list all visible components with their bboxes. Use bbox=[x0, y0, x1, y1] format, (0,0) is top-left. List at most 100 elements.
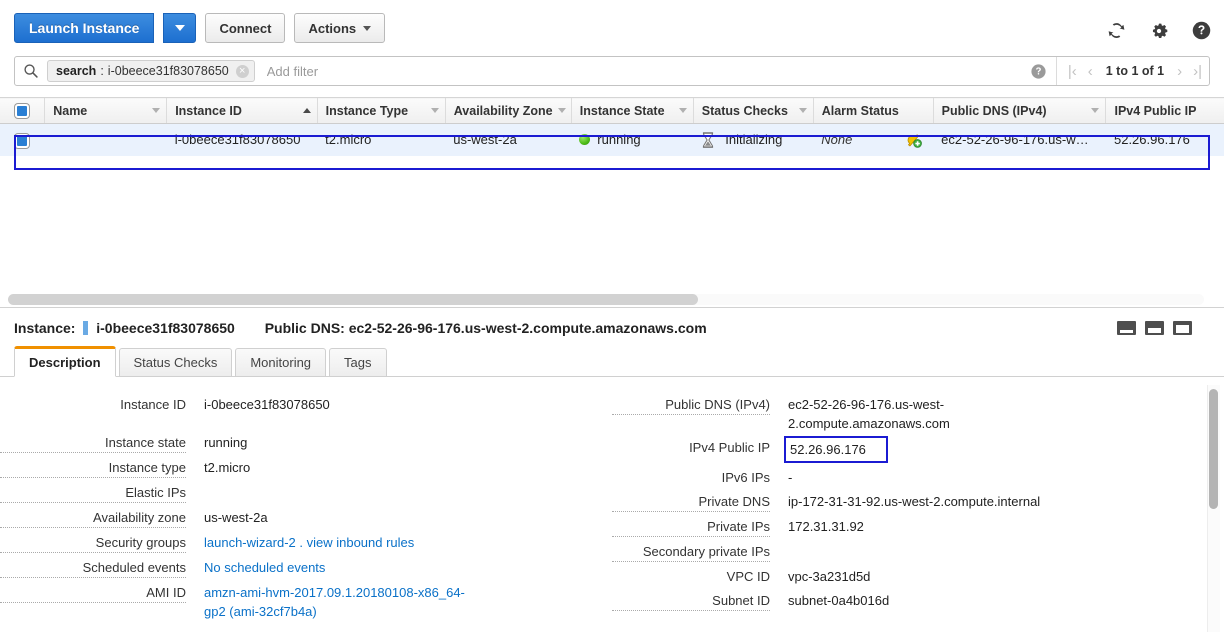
pagination-count: 1 to 1 of 1 bbox=[1105, 64, 1165, 78]
launch-instance-split-button: Launch Instance bbox=[14, 13, 197, 43]
close-icon[interactable]: × bbox=[235, 64, 249, 78]
chevron-down-icon bbox=[363, 25, 372, 31]
field-value bbox=[770, 542, 788, 562]
field-label: AMI ID bbox=[0, 583, 186, 603]
description-tab-content: Instance ID i-0beece31f83078650 Instance… bbox=[0, 377, 1224, 632]
launch-instance-button[interactable]: Launch Instance bbox=[14, 13, 155, 43]
actions-button[interactable]: Actions bbox=[294, 13, 386, 43]
maximize-panel-button[interactable] bbox=[1173, 321, 1192, 335]
help-icon[interactable] bbox=[1191, 20, 1212, 41]
field-secondary-private-ips: Secondary private IPs bbox=[612, 542, 1224, 562]
chevron-down-icon bbox=[557, 108, 566, 113]
top-toolbar: Launch Instance Connect Actions bbox=[0, 0, 1224, 56]
pagination: |‹ ‹ 1 to 1 of 1 › ›| bbox=[1055, 57, 1209, 85]
field-subnet-id: Subnet ID subnet-0a4b016d bbox=[612, 591, 1224, 611]
field-value: t2.micro bbox=[204, 460, 251, 475]
field-value: running bbox=[204, 435, 248, 450]
field-value: 172.31.31.92 bbox=[788, 519, 864, 534]
column-header-ipv4-public-ip[interactable]: IPv4 Public IP bbox=[1105, 97, 1224, 124]
first-page-button[interactable]: |‹ bbox=[1067, 63, 1078, 80]
field-label: Private IPs bbox=[612, 517, 770, 537]
tab-description[interactable]: Description bbox=[14, 346, 116, 377]
column-header-alarm-status[interactable]: Alarm Status bbox=[812, 97, 934, 124]
field-instance-id: Instance ID i-0beece31f83078650 bbox=[0, 395, 612, 414]
field-instance-type: Instance type t2.micro bbox=[0, 458, 612, 478]
field-public-dns: Public DNS (IPv4) ec2-52-26-96-176.us-we… bbox=[612, 395, 1224, 433]
table-row[interactable]: i-0beece31f83078650 t2.micro us-west-2a … bbox=[0, 123, 1224, 156]
scheduled-events-link[interactable]: No scheduled events bbox=[186, 558, 325, 578]
active-filter-pill[interactable]: search : i-0beece31f83078650 × bbox=[47, 60, 255, 82]
cell-status-checks: Initializing bbox=[693, 123, 814, 156]
horizontal-scrollbar[interactable] bbox=[0, 292, 1224, 306]
tab-monitoring[interactable]: Monitoring bbox=[235, 348, 327, 377]
field-scheduled-events: Scheduled events No scheduled events bbox=[0, 558, 612, 578]
gear-icon[interactable] bbox=[1149, 21, 1169, 41]
instance-state-text: running bbox=[597, 132, 641, 148]
search-input[interactable] bbox=[254, 57, 1026, 85]
column-header-name[interactable]: Name bbox=[44, 97, 167, 124]
field-vpc-id: VPC ID vpc-3a231d5d bbox=[612, 567, 1224, 586]
field-value bbox=[186, 483, 204, 503]
detail-header: Instance: i-0beece31f83078650 Public DNS… bbox=[0, 308, 1224, 346]
detail-tabs: Description Status Checks Monitoring Tag… bbox=[0, 346, 1224, 377]
tab-status-checks[interactable]: Status Checks bbox=[118, 348, 233, 377]
panel-size-buttons bbox=[1117, 321, 1192, 335]
field-label: Availability zone bbox=[0, 508, 186, 528]
field-label: IPv6 IPs bbox=[721, 470, 770, 485]
tab-tags[interactable]: Tags bbox=[329, 348, 387, 377]
row-checkbox[interactable] bbox=[15, 133, 30, 148]
filter-value: i-0beece31f83078650 bbox=[107, 64, 229, 78]
select-all-checkbox[interactable] bbox=[15, 103, 30, 118]
column-label: Name bbox=[53, 103, 88, 118]
column-header-public-dns[interactable]: Public DNS (IPv4) bbox=[932, 97, 1106, 124]
connect-button[interactable]: Connect bbox=[205, 13, 286, 43]
prev-page-button[interactable]: ‹ bbox=[1087, 63, 1094, 80]
field-elastic-ips: Elastic IPs bbox=[0, 483, 612, 503]
row-select-cell[interactable] bbox=[0, 123, 45, 156]
field-label: Security groups bbox=[0, 533, 186, 553]
launch-instance-dropdown-button[interactable] bbox=[163, 13, 197, 43]
column-label: Instance Type bbox=[325, 103, 409, 118]
column-header-instance-type[interactable]: Instance Type bbox=[316, 97, 446, 124]
field-value: vpc-3a231d5d bbox=[788, 569, 871, 584]
detail-scrollbar-thumb[interactable] bbox=[1209, 389, 1218, 509]
last-page-button[interactable]: ›| bbox=[1192, 63, 1203, 80]
field-ami-id: AMI ID amzn-ami-hvm-2017.09.1.20180108-x… bbox=[0, 583, 612, 621]
detail-dns-label: Public DNS: bbox=[264, 320, 345, 336]
cell-alarm-status: None bbox=[813, 123, 934, 156]
chevron-down-icon bbox=[152, 108, 161, 113]
column-header-availability-zone[interactable]: Availability Zone bbox=[444, 97, 572, 124]
field-label: IPv4 Public IP bbox=[689, 440, 770, 455]
field-label: VPC ID bbox=[726, 569, 770, 584]
column-label: Public DNS (IPv4) bbox=[941, 103, 1047, 118]
ami-id-link[interactable]: amzn-ami-hvm-2017.09.1.20180108-x86_64-g… bbox=[186, 583, 486, 621]
refresh-icon[interactable] bbox=[1106, 20, 1127, 41]
minimize-panel-button[interactable] bbox=[1117, 321, 1136, 335]
field-private-ips: Private IPs 172.31.31.92 bbox=[612, 517, 1224, 537]
select-all-header[interactable] bbox=[0, 97, 45, 124]
filter-help-icon[interactable] bbox=[1026, 57, 1056, 85]
column-header-instance-id[interactable]: Instance ID bbox=[166, 97, 318, 124]
next-page-button[interactable]: › bbox=[1176, 63, 1183, 80]
filter-sep: : bbox=[100, 64, 104, 78]
column-header-status-checks[interactable]: Status Checks bbox=[692, 97, 814, 124]
scrollbar-thumb[interactable] bbox=[8, 294, 698, 305]
field-ipv6-ips: IPv6 IPs - bbox=[612, 468, 1224, 487]
detail-right-column: Public DNS (IPv4) ec2-52-26-96-176.us-we… bbox=[612, 395, 1224, 626]
instance-label: Instance: bbox=[14, 320, 76, 336]
security-groups-link[interactable]: launch-wizard-2 . view inbound rules bbox=[186, 533, 414, 553]
column-header-instance-state[interactable]: Instance State bbox=[570, 97, 694, 124]
cell-public-dns: ec2-52-26-96-176.us-w… bbox=[933, 123, 1106, 156]
medium-panel-button[interactable] bbox=[1145, 321, 1164, 335]
add-alarm-bell-icon[interactable] bbox=[904, 131, 923, 149]
hourglass-icon bbox=[701, 132, 715, 148]
detail-dns-value: ec2-52-26-96-176.us-west-2.compute.amazo… bbox=[348, 320, 707, 336]
field-label: Subnet ID bbox=[612, 591, 770, 611]
green-status-dot-icon bbox=[579, 134, 591, 146]
field-label: Instance state bbox=[0, 433, 186, 453]
ipv4-public-ip-highlight: 52.26.96.176 bbox=[784, 436, 888, 463]
field-label: Instance type bbox=[0, 458, 186, 478]
chevron-down-icon bbox=[1091, 108, 1100, 113]
status-checks-text: Initializing bbox=[725, 132, 783, 148]
cell-ipv4-public-ip: 52.26.96.176 bbox=[1105, 123, 1224, 156]
